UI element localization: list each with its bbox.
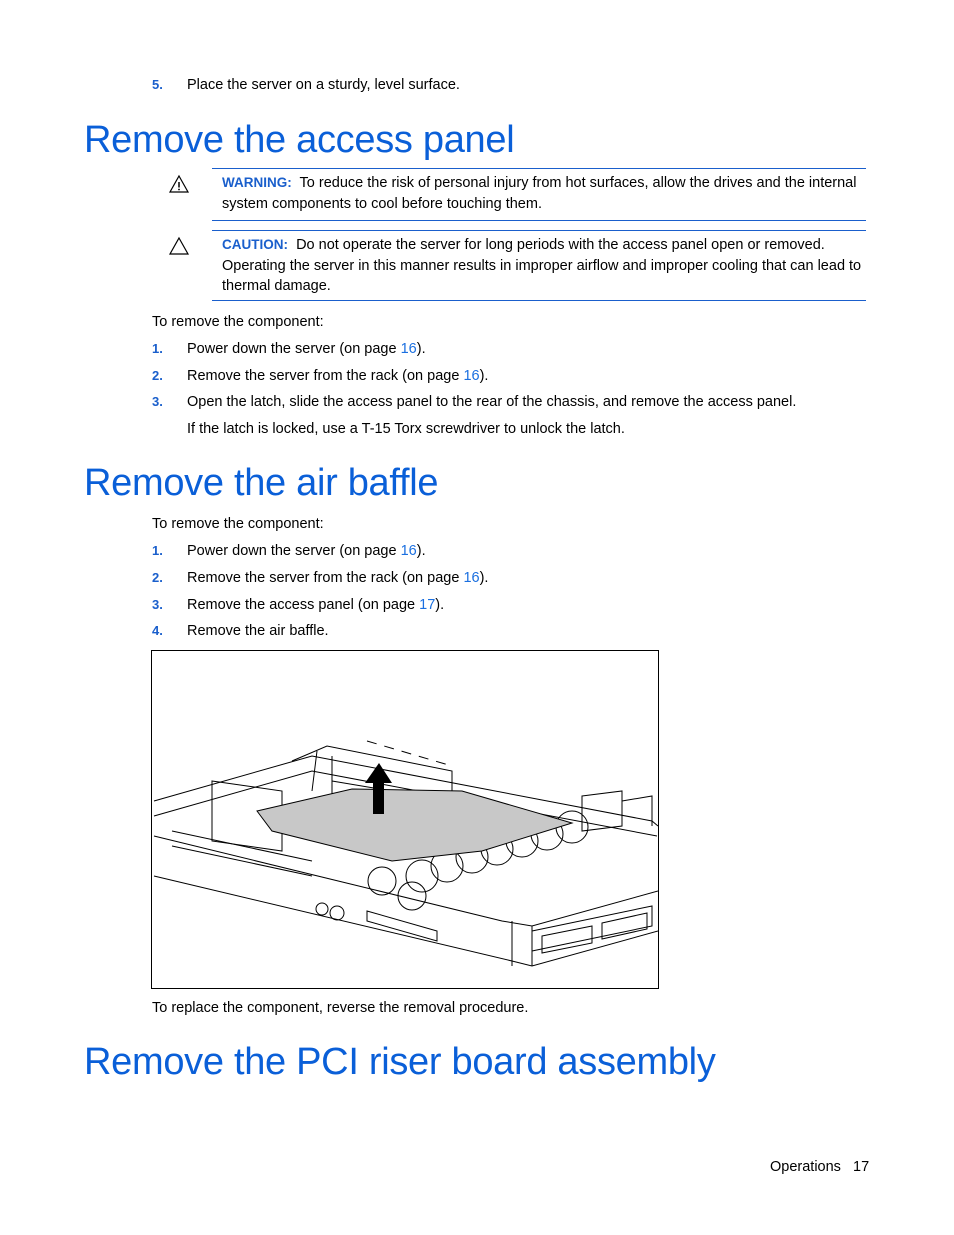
list-item-text: Power down the server (on page 16). (187, 543, 426, 559)
warning-icon (168, 174, 190, 193)
section-title-pci-riser: Remove the PCI riser board assembly (84, 1041, 716, 1083)
step-note: If the latch is locked, use a T-15 Torx … (187, 421, 625, 437)
air-baffle-figure (151, 650, 659, 989)
page-link[interactable]: 16 (463, 570, 479, 586)
page-number: 17 (853, 1159, 870, 1175)
step-number: 5. (152, 77, 163, 92)
warning-note: WARNING: To reduce the risk of personal … (212, 168, 866, 221)
list-item-text: Open the latch, slide the access panel t… (187, 394, 797, 410)
caution-note: CAUTION: Do not operate the server for l… (212, 230, 866, 301)
list-item: 1. (152, 341, 163, 356)
caution-icon (168, 236, 190, 255)
page-link[interactable]: 16 (401, 543, 417, 559)
top-step-text: Place the server on a sturdy, level surf… (187, 77, 460, 93)
footer-section: Operations (770, 1159, 841, 1175)
list-item-text: Power down the server (on page 16). (187, 341, 426, 357)
list-item: 3. (152, 394, 163, 409)
section2-intro: To remove the component: (152, 516, 324, 532)
page-link[interactable]: 17 (419, 597, 435, 613)
warning-label: WARNING: (222, 175, 292, 190)
page-link[interactable]: 16 (401, 341, 417, 357)
list-item: 4. (152, 623, 163, 638)
page-link[interactable]: 16 (463, 368, 479, 384)
warning-text: To reduce the risk of personal injury fr… (222, 175, 857, 212)
list-item-text: Remove the access panel (on page 17). (187, 597, 445, 613)
list-item: 1. (152, 543, 163, 558)
list-item: 2. (152, 570, 163, 585)
list-item: 2. (152, 368, 163, 383)
list-item-text: Remove the server from the rack (on page… (187, 570, 489, 586)
section-title-air-baffle: Remove the air baffle (84, 462, 439, 504)
list-item-text: Remove the server from the rack (on page… (187, 368, 489, 384)
section1-intro: To remove the component: (152, 314, 324, 330)
section-title-access-panel: Remove the access panel (84, 119, 515, 161)
caution-text: Do not operate the server for long perio… (222, 237, 862, 294)
section2-outro: To replace the component, reverse the re… (152, 1000, 529, 1016)
list-item-text: Remove the air baffle. (187, 623, 329, 639)
caution-label: CAUTION: (222, 237, 288, 252)
server-chassis-illustration (153, 740, 658, 967)
top-step: 5. (152, 76, 163, 94)
list-item: 3. (152, 597, 163, 612)
